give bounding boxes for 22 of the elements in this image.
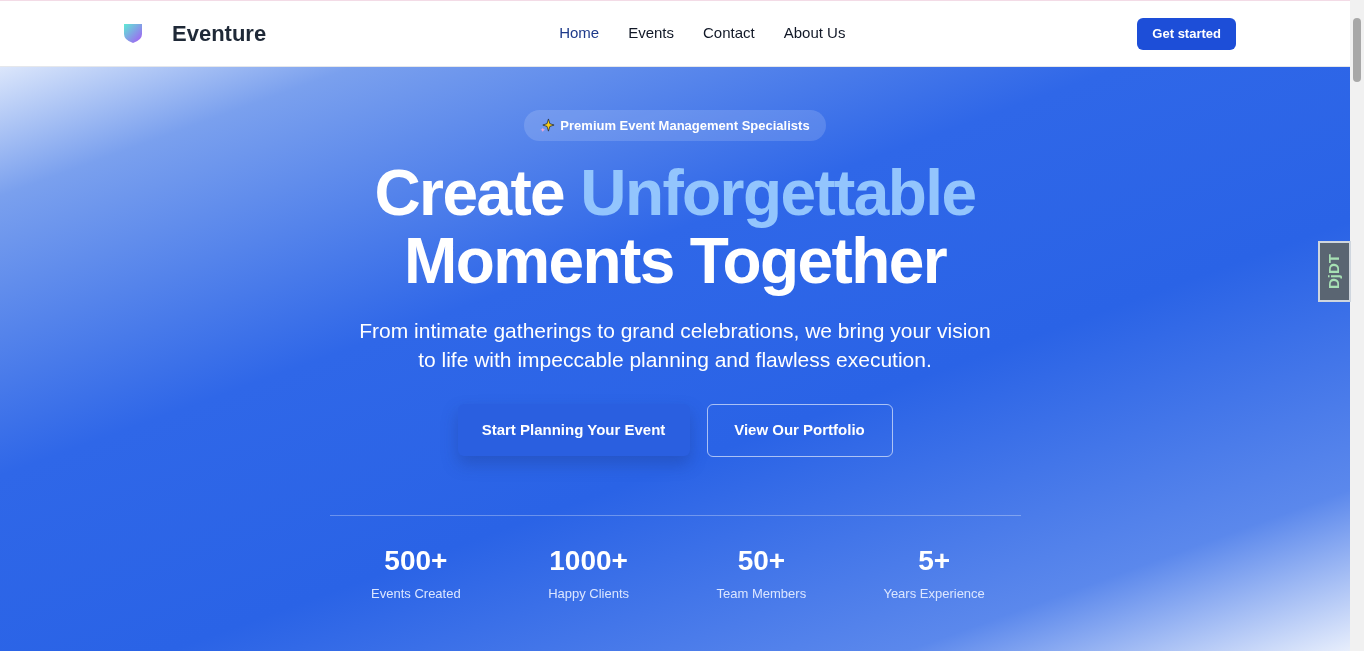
badge-text: Premium Event Management Specialists bbox=[560, 116, 810, 135]
nav-link[interactable]: About Us bbox=[783, 22, 846, 45]
nav-link[interactable]: Events bbox=[628, 22, 675, 45]
stat-label: Years Experience bbox=[883, 585, 985, 603]
portfolio-button[interactable]: View Our Portfolio bbox=[706, 404, 893, 457]
brand-name: Eventure bbox=[172, 20, 267, 48]
stat-value: 1000+ bbox=[549, 544, 628, 578]
nav-link[interactable]: Contact bbox=[703, 22, 755, 45]
debug-toolbar-handle[interactable]: DjDT bbox=[1318, 241, 1351, 302]
stat-label: Happy Clients bbox=[548, 585, 630, 603]
hero-title: Create Unforgettable Moments Together bbox=[374, 159, 976, 295]
start-planning-button[interactable]: Start Planning Your Event bbox=[457, 404, 690, 456]
stat-value: 500+ bbox=[384, 544, 448, 578]
sparkle-icon bbox=[540, 118, 556, 133]
logo-icon bbox=[122, 21, 144, 46]
stat-value: 50+ bbox=[737, 544, 786, 578]
stat-label: Events Created bbox=[371, 585, 461, 603]
get-started-button[interactable]: Get started bbox=[1137, 17, 1236, 50]
stat-value: 5+ bbox=[918, 544, 951, 578]
hero-subtitle: From intimate gatherings to grand celebrations, we bring your vision to life with impeccable planning and flawless execution. bbox=[358, 318, 992, 373]
nav-link[interactable]: Home bbox=[559, 22, 600, 45]
stat-label: Team Members bbox=[716, 585, 807, 603]
